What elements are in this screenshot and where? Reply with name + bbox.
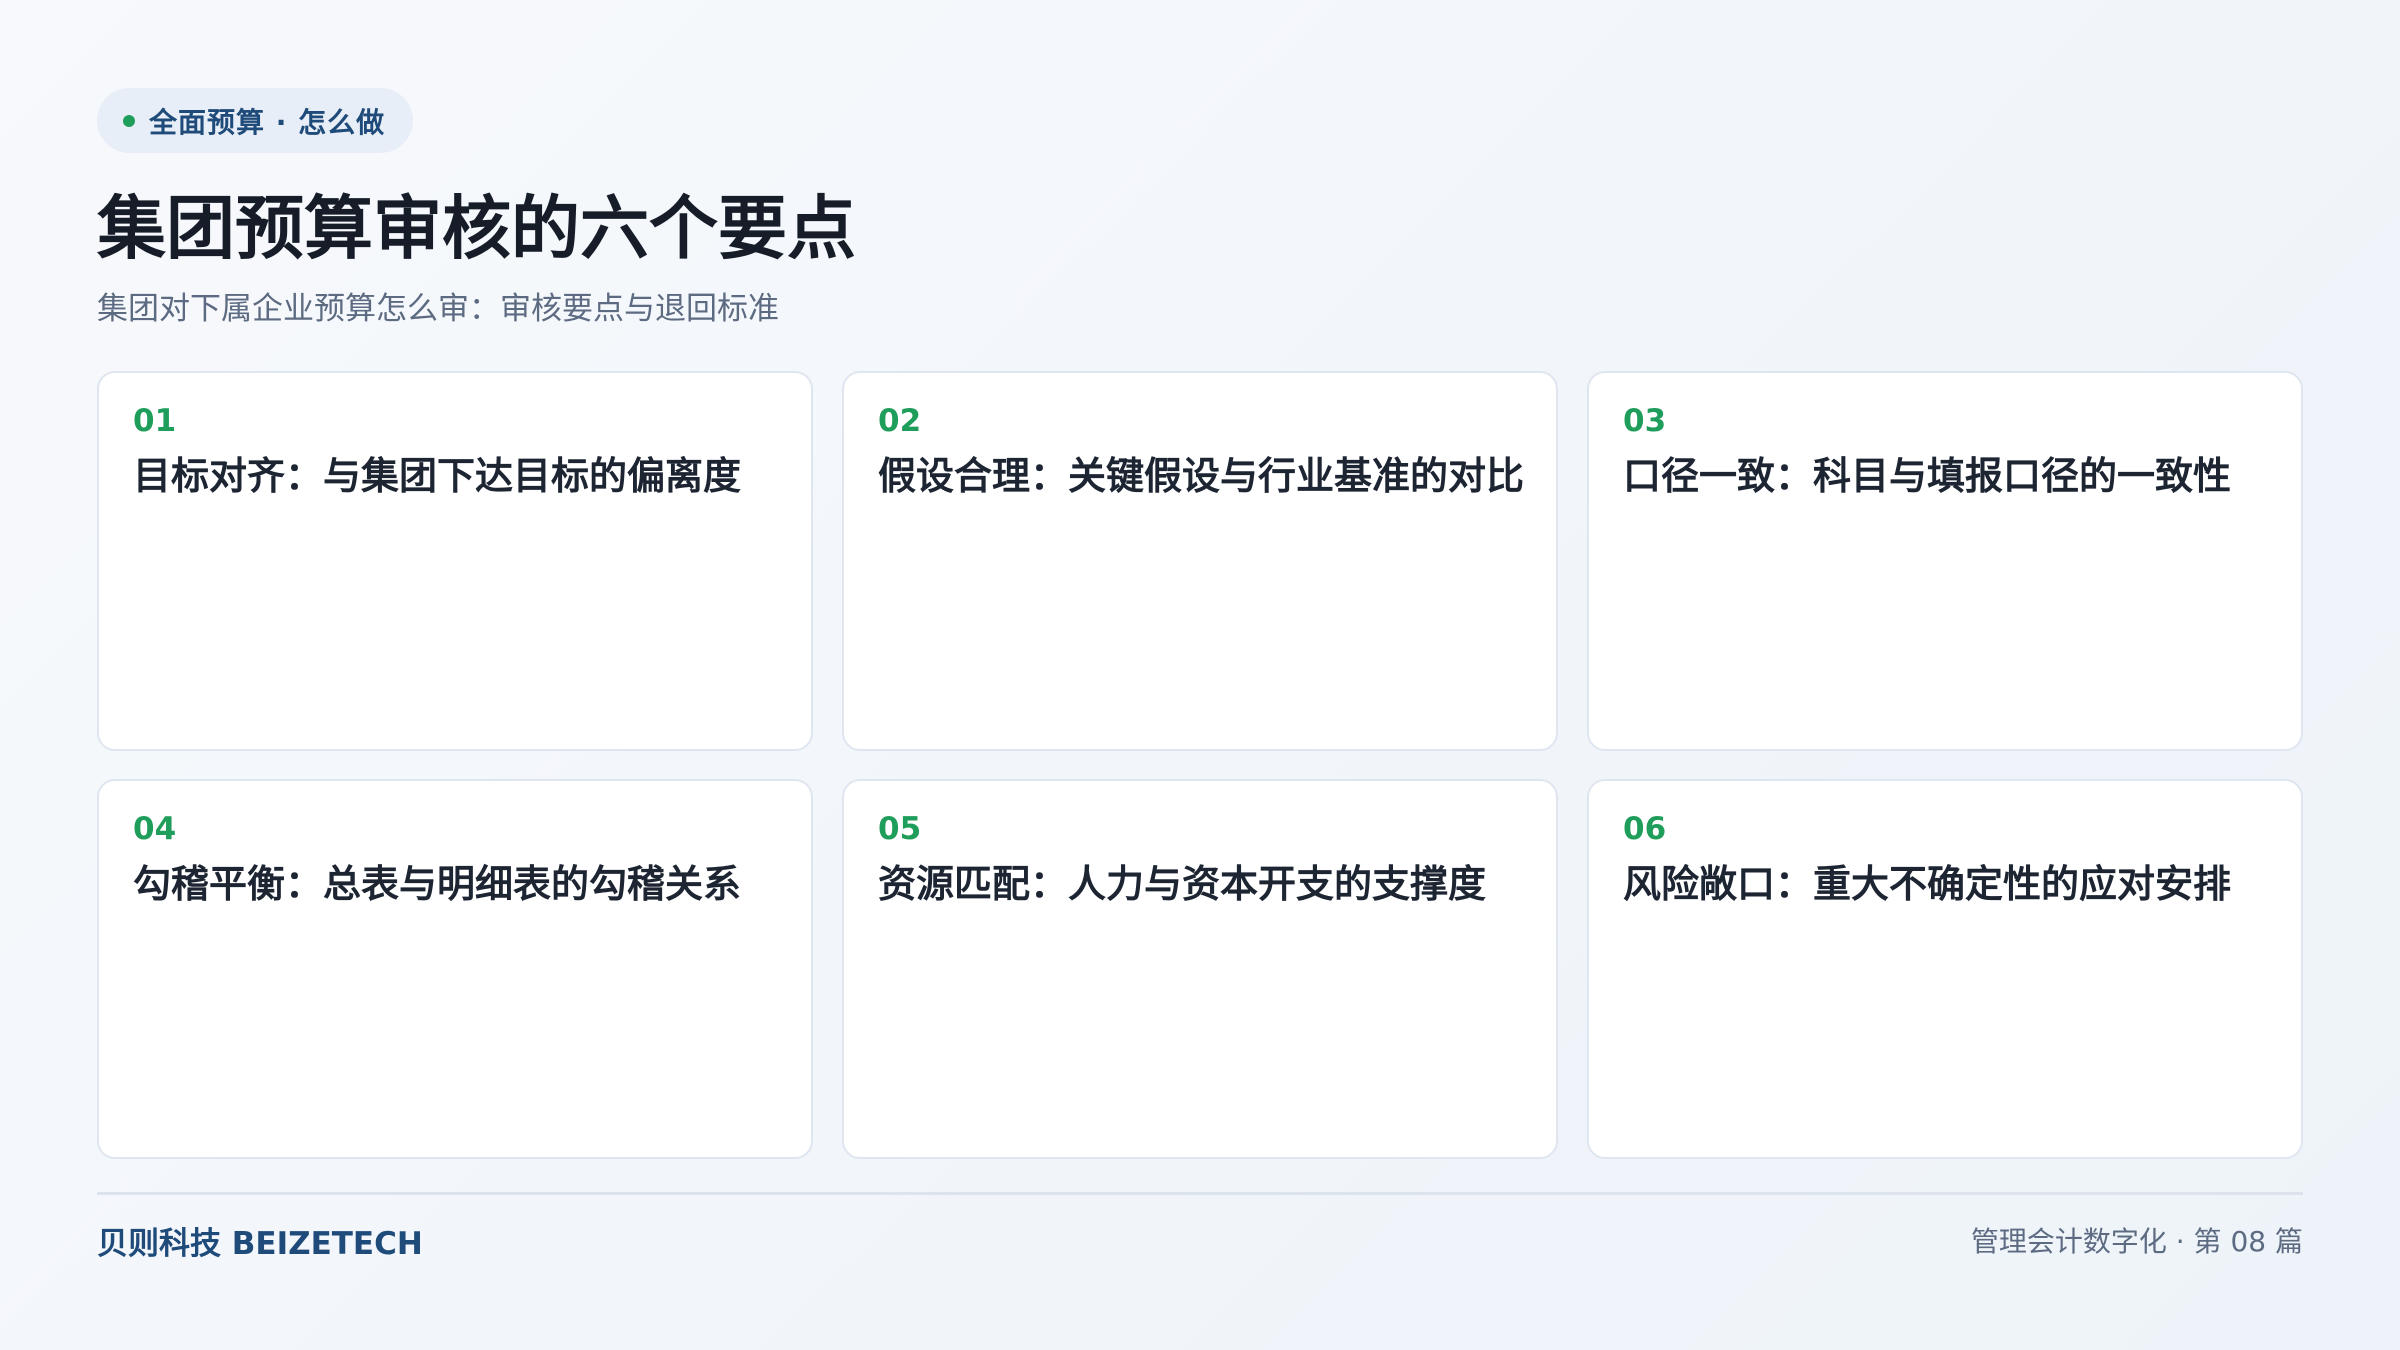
page-subtitle: 集团对下属企业预算怎么审：审核要点与退回标准 [97,291,779,327]
point-title: 目标对齐：与集团下达目标的偏离度 [133,454,742,499]
slide-page: 全面预算 · 怎么做 集团预算审核的六个要点 集团对下属企业预算怎么审：审核要点… [97,88,2303,1288]
points-grid: 01 目标对齐：与集团下达目标的偏离度 02 假设合理：关键假设与行业基准的对比… [97,371,2303,1159]
point-card-6: 06 风险敞口：重大不确定性的应对安排 [1587,779,2303,1159]
point-card-2: 02 假设合理：关键假设与行业基准的对比 [842,371,1558,751]
page-title: 集团预算审核的六个要点 [97,189,856,269]
green-dot-icon [123,114,135,127]
point-title: 勾稽平衡：总表与明细表的勾稽关系 [133,862,742,907]
point-number: 05 [878,811,922,847]
category-tag-label: 全面预算 · 怎么做 [149,105,386,139]
point-title: 风险敞口：重大不确定性的应对安排 [1623,862,2232,907]
category-tag: 全面预算 · 怎么做 [97,88,414,153]
point-card-1: 01 目标对齐：与集团下达目标的偏离度 [97,371,813,751]
point-number: 01 [133,403,177,439]
point-title: 资源匹配：人力与资本开支的支撑度 [878,862,1487,907]
point-number: 06 [1623,811,1667,847]
point-title: 假设合理：关键假设与行业基准的对比 [878,454,1525,499]
point-number: 04 [133,811,177,847]
point-title: 口径一致：科目与填报口径的一致性 [1623,454,2232,499]
footer-brand: 贝则科技 BEIZETECH [97,1226,423,1262]
point-card-3: 03 口径一致：科目与填报口径的一致性 [1587,371,2303,751]
footer-divider [97,1192,2303,1195]
point-card-5: 05 资源匹配：人力与资本开支的支撑度 [842,779,1558,1159]
point-card-4: 04 勾稽平衡：总表与明细表的勾稽关系 [97,779,813,1159]
point-number: 02 [878,403,922,439]
point-number: 03 [1623,403,1667,439]
footer-series: 管理会计数字化 · 第 08 篇 [1970,1225,2303,1258]
